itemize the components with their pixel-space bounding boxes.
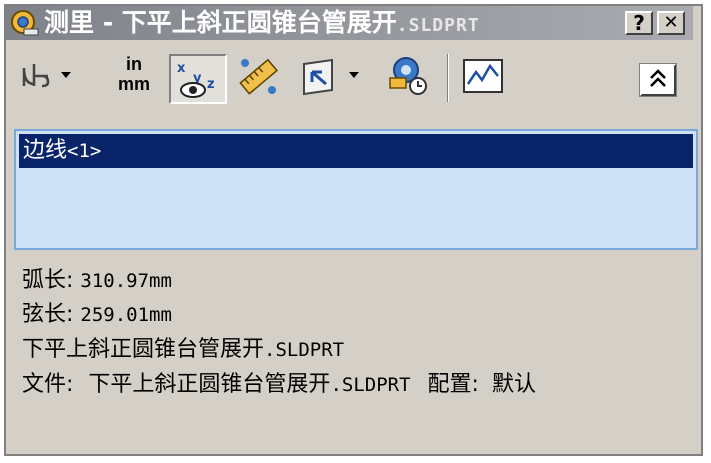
title-bar[interactable]: 测里 - 下平上斜正圆锥台管展开.SLDPRT ? ✕ <box>6 6 693 40</box>
part-ext: .SLDPRT <box>264 339 345 361</box>
arc-length-value: 310.97mm <box>80 270 172 292</box>
selection-item-suffix: <1> <box>67 140 102 162</box>
point-to-point-icon[interactable] <box>236 54 280 98</box>
window-title-main: 测里 - 下平上斜正圆锥台管展开 <box>44 8 397 37</box>
toolbar: in mm x y z <box>6 44 693 120</box>
measure-tape-icon <box>11 10 39 36</box>
measure-history-icon[interactable] <box>384 54 430 98</box>
file-config-row: 文件: 下平上斜正圆锥台管展开.SLDPRT 配置: 默认 <box>22 366 536 398</box>
window-title-ext: .SLDPRT <box>396 15 480 36</box>
chord-length-row: 弦长: 259.01mm <box>22 296 172 328</box>
units-in-mm-icon[interactable]: in mm <box>112 54 156 98</box>
sensor-icon[interactable] <box>462 54 504 98</box>
show-xyz-measurements-icon: x y z <box>177 61 215 98</box>
file-name: 下平上斜正圆锥台管展开 <box>88 372 331 397</box>
svg-text:z: z <box>207 77 215 92</box>
part-name-row: 下平上斜正圆锥台管展开.SLDPRT <box>22 331 344 363</box>
arc-length-label: 弧长: <box>22 268 74 293</box>
projection-dropdown[interactable] <box>349 72 359 78</box>
collapse-up-icon <box>650 69 666 87</box>
part-name: 下平上斜正圆锥台管展开 <box>22 337 265 362</box>
selection-list[interactable]: 边线<1> <box>14 129 698 250</box>
toolbar-separator <box>447 54 449 102</box>
svg-text:x: x <box>177 61 186 76</box>
collapse-button[interactable] <box>639 63 677 97</box>
config-value: 默认 <box>491 372 536 397</box>
chord-length-label: 弦长: <box>22 302 74 327</box>
projection-icon[interactable] <box>298 54 338 98</box>
arc-circle-options-icon[interactable] <box>18 54 54 98</box>
close-button[interactable]: ✕ <box>657 11 685 35</box>
show-xyz-button[interactable]: x y z <box>169 54 227 104</box>
units-label-in: in <box>126 54 142 74</box>
file-label: 文件: <box>22 372 74 397</box>
help-button[interactable]: ? <box>625 11 653 35</box>
chord-length-value: 259.01mm <box>80 304 172 326</box>
file-ext: .SLDPRT <box>330 374 411 396</box>
selection-item-label: 边线 <box>23 138 68 163</box>
arc-length-row: 弧长: 310.97mm <box>22 262 172 294</box>
selection-item[interactable]: 边线<1> <box>19 134 693 168</box>
units-label-mm: mm <box>117 74 150 94</box>
window-title: 测里 - 下平上斜正圆锥台管展开.SLDPRT <box>44 6 480 40</box>
config-label: 配置: <box>427 372 479 397</box>
arc-options-dropdown[interactable] <box>61 72 71 78</box>
